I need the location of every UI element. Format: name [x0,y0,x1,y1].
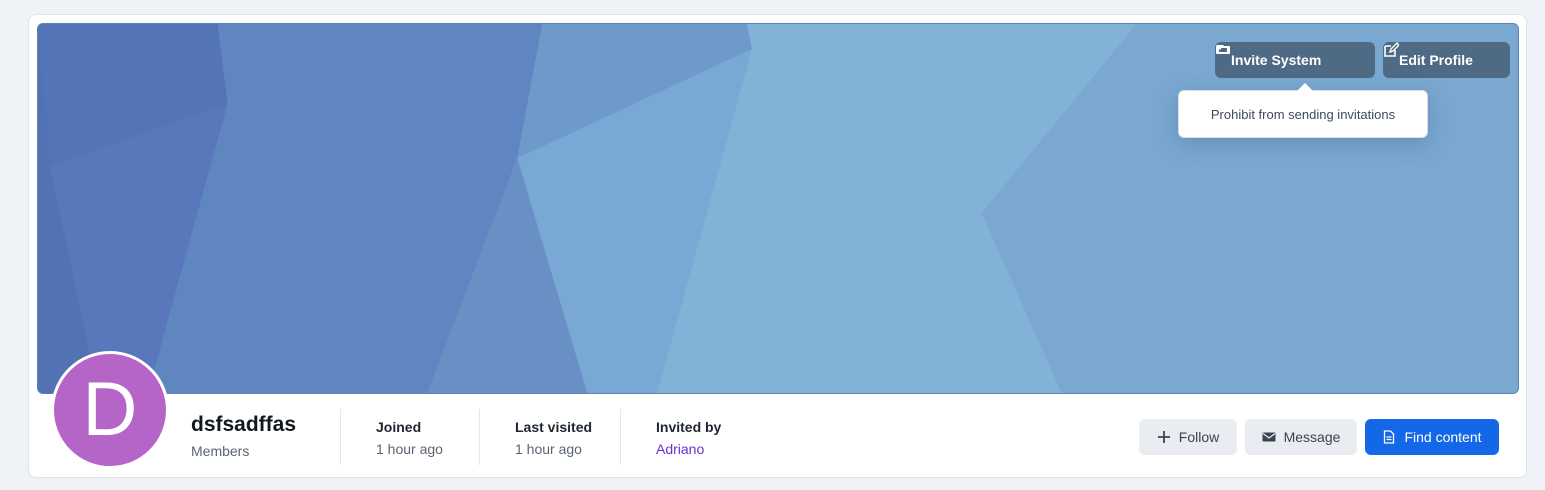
find-content-label: Find content [1404,429,1482,445]
document-icon [1384,430,1395,444]
stat-divider [340,409,341,465]
stat-divider [479,409,480,465]
prohibit-invitations-menu-item[interactable]: Prohibit from sending invitations [1211,107,1395,122]
profile-card: Invite System Edit Profile Prohibit from… [28,14,1527,478]
cover-pattern [38,24,1518,393]
joined-label: Joined [376,419,422,435]
caret-down-icon [1216,45,1224,50]
follow-button[interactable]: Follow [1139,419,1237,455]
find-content-button[interactable]: Find content [1365,419,1499,455]
last-visited-value: 1 hour ago [515,441,582,457]
edit-icon [1384,42,1399,57]
follow-label: Follow [1178,429,1220,445]
edit-profile-button[interactable]: Edit Profile [1383,42,1510,78]
avatar-letter: D [82,367,138,452]
envelope-icon [1262,432,1276,442]
invited-by-link[interactable]: Adriano [656,441,704,457]
plus-icon [1157,431,1170,443]
profile-usergroup: Members [191,443,250,459]
menu-pointer [1297,83,1313,91]
joined-value: 1 hour ago [376,441,443,457]
avatar[interactable]: D [51,351,169,469]
invite-system-menu[interactable]: Prohibit from sending invitations [1178,83,1428,138]
invited-by-label: Invited by [656,419,722,435]
profile-username: dsfsadffas [191,413,297,436]
message-button[interactable]: Message [1245,419,1357,455]
last-visited-label: Last visited [515,419,593,435]
profile-cover-banner: Invite System Edit Profile Prohibit from… [37,23,1519,394]
invite-system-label: Invite System [1231,52,1322,68]
message-label: Message [1283,429,1341,445]
edit-profile-label: Edit Profile [1399,52,1473,68]
invite-system-button[interactable]: Invite System [1215,42,1375,78]
stat-divider [620,409,621,465]
